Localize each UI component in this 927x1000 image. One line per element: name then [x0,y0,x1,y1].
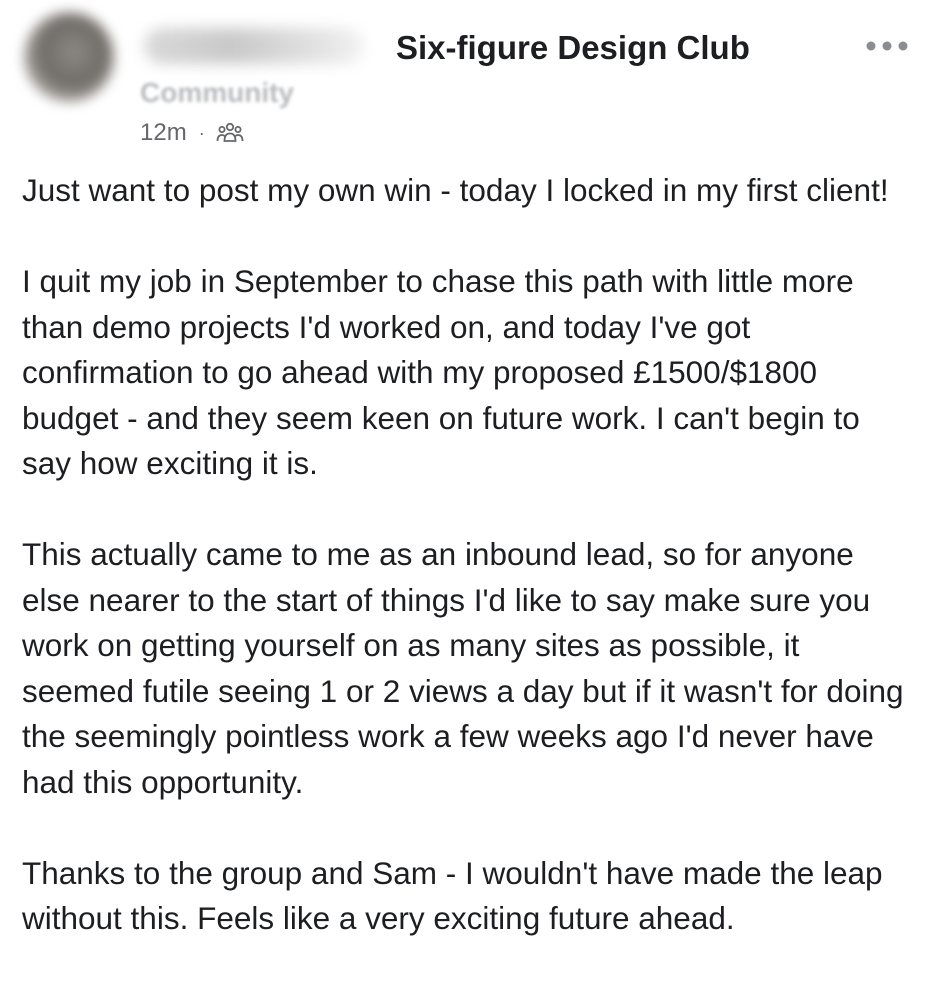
group-members-icon [216,122,244,142]
post-timestamp[interactable]: 12m [140,119,187,147]
post-body: Just want to post my own win - today I l… [22,168,912,942]
meta-separator: · [198,123,205,143]
author-name-redacted[interactable] [144,28,364,64]
group-name-link[interactable]: Six-figure Design Club [396,28,750,68]
more-options-button[interactable] [862,26,912,66]
more-options-icon [866,41,908,51]
audience-indicator[interactable] [215,121,245,145]
post-paragraph: I quit my job in September to chase this… [22,263,860,481]
post-meta: 12m · [140,116,245,150]
post-paragraph: Thanks to the group and Sam - I wouldn't… [22,854,883,937]
member-role-badge: Community [140,77,294,108]
post-card: Six-figure Design Club Community 12m · J… [0,0,927,1000]
post-paragraph: Just want to post my own win - today I l… [22,172,889,208]
avatar[interactable] [24,12,114,102]
post-paragraph: This actually came to me as an inbound l… [22,536,904,800]
